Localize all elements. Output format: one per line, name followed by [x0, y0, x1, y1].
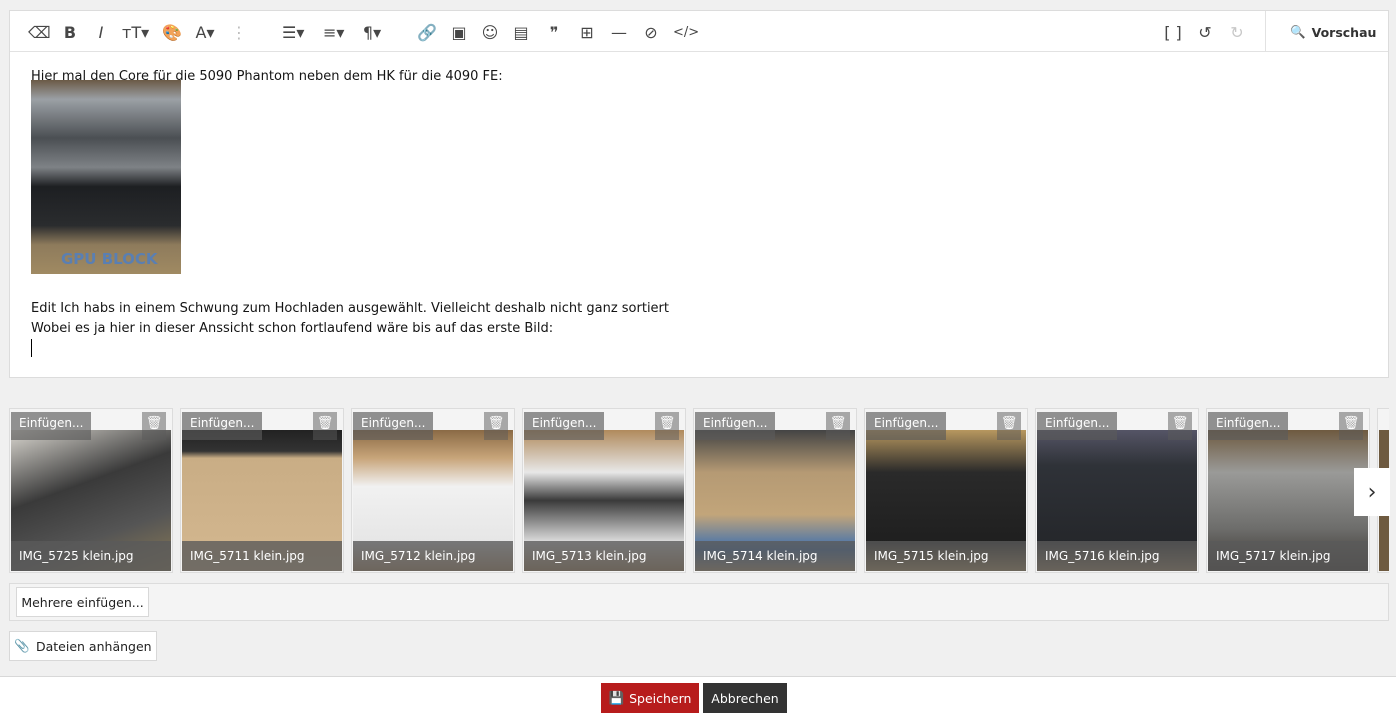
editor-line-3: Wobei es ja hier in dieser Anssicht scho… — [31, 321, 554, 336]
rich-text-editor: 🔍 Vorschau ⌫ B IтT▾ 🎨 A▾ ⋮ ☰▾ ≡▾ ¶▾ 🔗 ▣ ☺ ▤ ❞ ⊞ — ⊘ </> [ … — [9, 10, 1389, 378]
insert-button[interactable]: Einfügen... — [695, 412, 776, 440]
bold-icon[interactable]: B — [60, 21, 80, 43]
undo-icon[interactable]: ↺ — [1195, 21, 1215, 43]
more-options-icon: ⋮ — [231, 22, 247, 42]
attachment-tile[interactable]: Einfügen... 🗑 IMG_5714 klein.jpg — [693, 408, 857, 573]
bbcode-toggle-icon[interactable]: [ ] — [1163, 21, 1183, 43]
attachment-filename: IMG_5725 klein.jpg — [11, 541, 171, 571]
trash-icon[interactable]: 🗑 — [1168, 412, 1192, 440]
editor-toolbar: 🔍 Vorschau ⌫ B IтT▾ 🎨 A▾ ⋮ ☰▾ ≡▾ ¶▾ 🔗 ▣ ☺ ▤ ❞ ⊞ — ⊘ </> [ … — [10, 11, 1388, 52]
trash-icon[interactable]: 🗑 — [142, 412, 166, 440]
attachment-tile[interactable]: Einfügen... 🗑 IMG_5711 klein.jpg — [180, 408, 344, 573]
trash-icon[interactable]: 🗑 — [1339, 412, 1363, 440]
color-palette-icon[interactable]: 🎨 — [162, 21, 182, 43]
insert-button[interactable]: Einfügen... — [11, 412, 92, 440]
insert-button[interactable]: Einfügen... — [1037, 412, 1118, 440]
redo-icon[interactable]: ↻ — [1227, 21, 1247, 43]
attachment-tile[interactable]: Einfügen... 🗑 IMG_5713 klein.jpg — [522, 408, 686, 573]
media-gallery-icon[interactable]: ▤ — [511, 21, 531, 43]
insert-button[interactable]: Einfügen... — [1208, 412, 1289, 440]
insert-multiple-bar — [9, 583, 1389, 621]
attachment-tile[interactable]: Einfügen... 🗑 IMG_5717 klein.jpg — [1206, 408, 1370, 573]
preview-label: Vorschau — [1311, 24, 1377, 40]
trash-icon[interactable]: 🗑 — [997, 412, 1021, 440]
italic-icon[interactable]: I — [91, 21, 111, 43]
preview-icon: 🔍 — [1290, 24, 1306, 39]
trash-icon[interactable]: 🗑 — [484, 412, 508, 440]
horizontal-rule-icon[interactable]: — — [609, 21, 629, 43]
save-label: Speichern — [629, 690, 692, 706]
save-button[interactable]: 💾 Speichern — [601, 683, 699, 713]
list-icon[interactable]: ☰▾ — [282, 21, 304, 43]
attachment-tile[interactable]: Einfügen... 🗑 IMG_5716 klein.jpg — [1035, 408, 1199, 573]
align-icon[interactable]: ≡▾ — [323, 21, 344, 43]
cancel-button[interactable]: Abbrechen — [703, 683, 787, 713]
attachment-filename: IMG_5712 klein.jpg — [353, 541, 513, 571]
insert-button[interactable]: Einfügen... — [182, 412, 263, 440]
font-size-icon[interactable]: тT▾ — [122, 21, 149, 43]
spoiler-icon[interactable]: ⊘ — [641, 21, 661, 43]
preview-button[interactable]: 🔍 Vorschau — [1290, 21, 1376, 43]
trash-icon[interactable]: 🗑 — [826, 412, 850, 440]
trash-icon[interactable]: 🗑 — [313, 412, 337, 440]
trash-icon[interactable]: 🗑 — [655, 412, 679, 440]
emoji-icon[interactable]: ☺ — [480, 21, 500, 43]
attachment-tile[interactable]: Einfügen... 🗑 IMG_5712 klein.jpg — [351, 408, 515, 573]
paperclip-icon: 📎 — [14, 638, 30, 653]
text-cursor — [31, 339, 32, 357]
link-icon[interactable]: 🔗 — [417, 21, 437, 43]
code-icon[interactable]: </> — [673, 21, 699, 43]
attachment-filename: IMG_5714 klein.jpg — [695, 541, 855, 571]
editor-text-block[interactable]: Edit Ich habs in einem Schwung zum Hochl… — [31, 299, 669, 339]
attachment-tile[interactable]: Einfügen... 🗑 IMG_5715 klein.jpg — [864, 408, 1028, 573]
embedded-image[interactable]: GPU BLOCK — [31, 80, 181, 274]
attach-files-label: Dateien anhängen — [36, 638, 152, 654]
next-arrow-button[interactable]: › — [1354, 468, 1390, 516]
quote-icon[interactable]: ❞ — [544, 21, 564, 43]
clear-format-icon[interactable]: ⌫ — [28, 21, 51, 43]
table-icon[interactable]: ⊞ — [577, 21, 597, 43]
font-family-icon[interactable]: A▾ — [195, 21, 215, 43]
attachment-list: Einfügen... 🗑 IMG_5725 klein.jpg Einfüge… — [9, 408, 1389, 574]
insert-button[interactable]: Einfügen... — [353, 412, 434, 440]
attachment-filename: IMG_5715 klein.jpg — [866, 541, 1026, 571]
insert-button[interactable]: Einfügen... — [524, 412, 605, 440]
insert-multiple-button[interactable]: Mehrere einfügen... — [16, 587, 149, 617]
attachment-filename: IMG_5713 klein.jpg — [524, 541, 684, 571]
attachment-filename: IMG_5716 klein.jpg — [1037, 541, 1197, 571]
floppy-disk-icon: 💾 — [608, 690, 625, 705]
toolbar-divider — [1265, 11, 1266, 51]
attachment-filename: IMG_5711 klein.jpg — [182, 541, 342, 571]
attachment-filename: IMG_5717 klein.jpg — [1208, 541, 1368, 571]
editor-line-2: Edit Ich habs in einem Schwung zum Hochl… — [31, 301, 669, 316]
paragraph-icon[interactable]: ¶▾ — [362, 21, 382, 43]
embedded-image-text: GPU BLOCK — [61, 250, 158, 268]
insert-button[interactable]: Einfügen... — [866, 412, 947, 440]
image-icon[interactable]: ▣ — [449, 21, 469, 43]
attach-files-button[interactable]: 📎 Dateien anhängen — [9, 631, 157, 661]
attachment-tile[interactable]: Einfügen... 🗑 IMG_5725 klein.jpg — [9, 408, 173, 573]
